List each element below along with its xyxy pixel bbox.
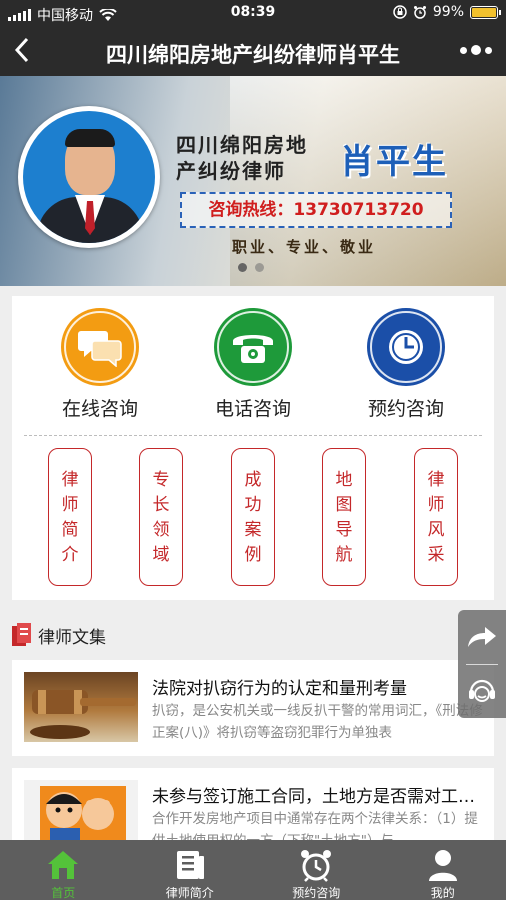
tab-label: 我的 [430, 886, 455, 900]
tag-lawyer-intro[interactable]: 律师简介 [48, 448, 92, 586]
banner-lawyer-name: 肖平生 [340, 142, 448, 182]
service-label: 在线咨询 [61, 398, 138, 420]
banner-carousel[interactable]: 四川绵阳房地 产纠纷律师 肖平生 咨询热线：13730713720 职业、专业、… [0, 76, 506, 286]
carousel-dot[interactable] [238, 263, 247, 272]
article-summary: 扒窃，是公安机关或一线反扒干警的常用词汇，《刑法修正案(八)》将扒窃等盗窃犯罪行… [152, 703, 483, 741]
bottom-tab-bar: 首页 律师简介 预约咨询 我的 [0, 840, 506, 900]
article-card[interactable]: 法院对扒窃行为的认定和量刑考量 扒窃，是公安机关或一线反扒干警的常用词汇，《刑法… [12, 660, 494, 756]
telephone-icon [214, 308, 292, 386]
service-label: 电话咨询 [214, 398, 291, 420]
articles-section-title: 律师文集 [38, 627, 106, 648]
article-title: 未参与签订施工合同，土地方是否需对工程款承担责任 [152, 787, 484, 807]
book-icon [12, 623, 32, 647]
lawyer-portrait [18, 106, 160, 248]
status-bar: 中国移动 08:39 99% [0, 0, 506, 26]
banner-slogan: 职业、专业、敬业 [232, 238, 377, 256]
online-consult-button[interactable]: 在线咨询 [40, 308, 160, 421]
tab-appointment[interactable]: 预约咨询 [253, 840, 380, 900]
tag-specialty[interactable]: 专长领域 [139, 448, 183, 586]
tab-mine[interactable]: 我的 [380, 840, 506, 900]
banner-hotline: 咨询热线：13730713720 [180, 192, 452, 228]
more-dots-icon[interactable] [460, 45, 492, 55]
service-label: 预约咨询 [367, 398, 444, 420]
battery-icon [470, 5, 501, 19]
appointment-consult-button[interactable]: 预约咨询 [346, 308, 466, 421]
battery-fill [472, 7, 496, 17]
user-icon [423, 846, 463, 884]
customer-service-icon[interactable] [458, 664, 506, 718]
tab-lawyer-intro[interactable]: 律师简介 [127, 840, 254, 900]
tag-cases[interactable]: 成功案例 [231, 448, 275, 586]
divider [24, 435, 482, 436]
carousel-dot[interactable] [255, 263, 264, 272]
chat-bubbles-icon [61, 308, 139, 386]
chevron-left-icon[interactable] [12, 35, 36, 71]
clock-icon [367, 308, 445, 386]
tab-home[interactable]: 首页 [0, 840, 127, 900]
share-arrow-icon[interactable] [458, 610, 506, 664]
lock-rotation-icon [393, 5, 407, 19]
page-title: 四川绵阳房地产纠纷律师肖平生 [106, 43, 400, 67]
tab-label: 律师简介 [165, 886, 214, 900]
nav-bar: 四川绵阳房地产纠纷律师肖平生 [0, 26, 506, 76]
home-icon [43, 846, 83, 884]
document-icon [170, 846, 210, 884]
service-card: 在线咨询 电话咨询 预约咨询 律师简介 专长领域 成功案例 地图导航 律师风采 [12, 296, 494, 600]
article-title: 法院对扒窃行为的认定和量刑考量 [152, 679, 407, 699]
floating-action-bar [458, 610, 506, 718]
articles-section-header: 律师文集 [12, 620, 106, 650]
alarm-clock-icon [296, 846, 336, 884]
battery-percent: 99% [432, 4, 464, 20]
tag-map[interactable]: 地图导航 [322, 448, 366, 586]
tab-label: 预约咨询 [292, 886, 341, 900]
alarm-icon [413, 6, 426, 19]
phone-consult-button[interactable]: 电话咨询 [193, 308, 313, 421]
banner-headline: 四川绵阳房地 产纠纷律师 [176, 133, 308, 183]
tag-gallery[interactable]: 律师风采 [414, 448, 458, 586]
article-card[interactable]: 未参与签订施工合同，土地方是否需对工程款承担责任 合作开发房地产项目中通常存在两… [12, 768, 494, 850]
carousel-dots [238, 263, 264, 272]
gavel-image [24, 672, 138, 742]
tab-label: 首页 [51, 886, 76, 900]
